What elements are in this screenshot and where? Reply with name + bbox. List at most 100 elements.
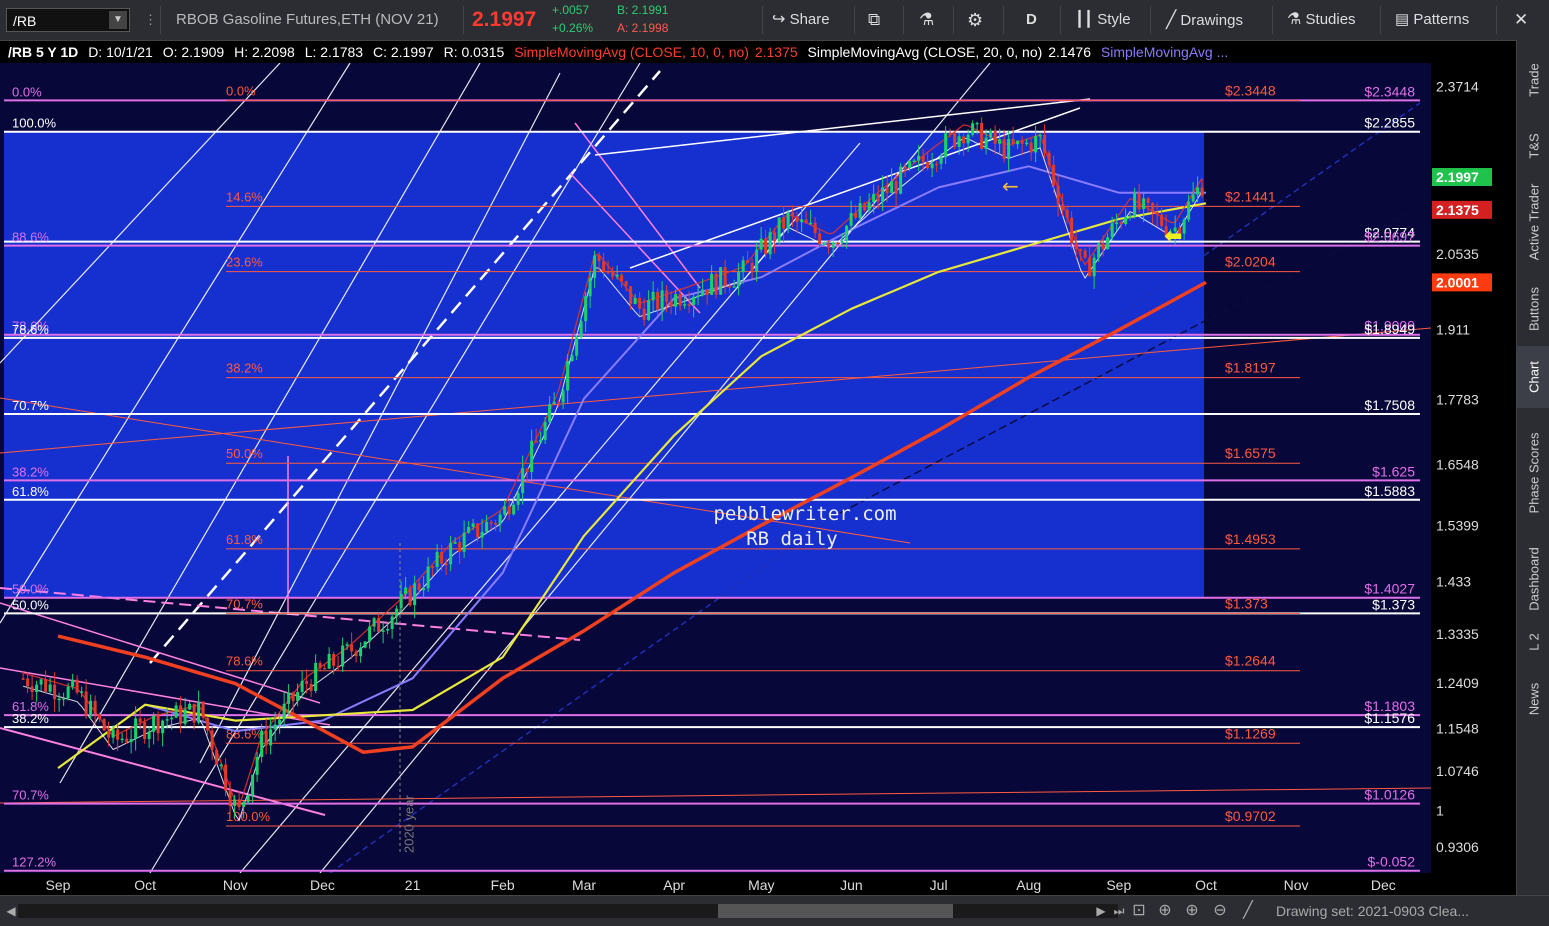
toolbar-divider — [903, 6, 904, 34]
candle-body — [975, 122, 979, 125]
period-button[interactable]: D — [1026, 0, 1037, 40]
drawings-button[interactable]: ╱ Drawings — [1166, 0, 1243, 40]
bar-high: H: 2.2098 — [234, 44, 295, 60]
candle-body — [134, 718, 138, 740]
candle-body — [161, 720, 165, 734]
candle-body — [440, 552, 444, 564]
candle-body — [273, 724, 277, 730]
candle-body — [885, 187, 889, 194]
candle-body — [1061, 204, 1065, 210]
candle-body — [1196, 187, 1200, 195]
bottom-bar: ◀ ▶ ⏭ ⊡ ⊕ ⊕ ⊖ ╱ Drawing set: 2021-0903 C… — [0, 895, 1549, 926]
candle-body — [1151, 202, 1155, 213]
toolbar-divider — [1003, 6, 1004, 34]
candle-body — [602, 261, 606, 273]
right-tab-phase-scores[interactable]: Phase Scores — [1517, 410, 1549, 535]
drawing-set-label[interactable]: Drawing set: 2021-0903 Clea... — [1276, 896, 1469, 926]
candle-body — [152, 715, 156, 732]
candle-body — [881, 187, 885, 202]
zoom-out-icon[interactable]: ⊖ — [1209, 900, 1231, 922]
candle-body — [980, 122, 984, 149]
gear-icon[interactable]: ⚙ — [967, 0, 983, 40]
scroll-end-icon[interactable]: ⏭ — [1108, 900, 1130, 922]
patterns-button[interactable]: ▤ Patterns — [1395, 0, 1469, 40]
right-tab-active-trader[interactable]: Active Trader — [1517, 172, 1549, 272]
crosshair-icon[interactable]: ⊕ — [1154, 900, 1176, 922]
time-scrollbar[interactable] — [18, 904, 1118, 918]
candle-body — [318, 662, 322, 668]
candle-body — [1092, 257, 1096, 277]
candle-body — [1034, 135, 1038, 153]
scrollbar-thumb[interactable] — [718, 904, 953, 918]
zoom-in-icon[interactable]: ⊕ — [1181, 900, 1203, 922]
arrow-left-icon: ⬅ — [1164, 224, 1182, 249]
style-button[interactable]: ┃┃ Style — [1075, 0, 1131, 40]
candle-body — [282, 703, 286, 720]
level-left-label: 38.2% — [12, 711, 49, 726]
studies-button[interactable]: ⚗ Studies — [1287, 0, 1356, 40]
sma50-label[interactable]: SimpleMovingAvg ... — [1101, 44, 1228, 60]
drag-handle-icon[interactable]: ⋮ — [144, 0, 157, 40]
price-axis-label: 1.2409 — [1436, 675, 1479, 691]
symbol-input[interactable]: /RB ▼ — [6, 8, 130, 32]
candle-body — [494, 523, 498, 525]
candle-body — [939, 157, 943, 164]
close-icon[interactable]: ✕ — [1514, 0, 1528, 40]
fib-red-price-label: $1.6575 — [1225, 445, 1276, 461]
zoom-fit-icon[interactable]: ⊡ — [1128, 900, 1150, 922]
candle-body — [287, 692, 291, 704]
sma10-label[interactable]: SimpleMovingAvg (CLOSE, 10, 0, no) — [514, 44, 749, 60]
right-tab-label: Chart — [1526, 361, 1541, 393]
right-tab-trade[interactable]: Trade — [1517, 40, 1549, 120]
candle-body — [386, 628, 390, 631]
pencil-icon[interactable]: ╱ — [1237, 900, 1259, 922]
chart-template-icon[interactable]: ⧉ — [868, 0, 880, 40]
toolbar-divider — [1150, 6, 1151, 34]
candle-body — [1191, 194, 1195, 202]
candle-body — [737, 272, 741, 287]
candle-body — [1119, 222, 1123, 224]
symbol-dropdown-icon[interactable]: ▼ — [109, 11, 127, 29]
candle-body — [102, 719, 106, 731]
candle-body — [912, 160, 916, 163]
flask-icon[interactable]: ⚗ — [919, 0, 934, 40]
candle-body — [611, 272, 615, 277]
candle-body — [1142, 198, 1146, 210]
toolbar-divider — [1496, 6, 1497, 34]
toolbar-divider — [762, 6, 763, 34]
candle-body — [264, 730, 268, 746]
candle-body — [422, 588, 426, 591]
time-axis-label: Jul — [930, 877, 948, 893]
right-tab-chart[interactable]: Chart — [1517, 346, 1549, 408]
right-tab-dashboard[interactable]: Dashboard — [1517, 538, 1549, 620]
share-button[interactable]: ↪ Share — [772, 0, 830, 40]
candle-body — [138, 718, 142, 723]
right-tab-l-2[interactable]: L 2 — [1517, 622, 1549, 662]
candle-body — [1079, 249, 1083, 251]
candle-body — [849, 213, 853, 226]
instrument-title: RBOB Gasoline Futures,ETH (NOV 21) — [176, 11, 439, 28]
fib-red-price-label: $1.1269 — [1225, 725, 1276, 741]
candle-body — [309, 683, 313, 692]
toolbar-divider — [463, 6, 464, 34]
right-tab-t-s[interactable]: T&S — [1517, 122, 1549, 170]
bar-low: L: 2.1783 — [304, 44, 364, 60]
price-axis-label: 1.3335 — [1436, 626, 1479, 642]
price-chart[interactable]: 0.0% $2.3448 14.6% $2.1441 23.6% $2.0204 38.2%… — [0, 63, 1516, 895]
candle-body — [1043, 134, 1047, 153]
candle-body — [647, 300, 651, 320]
right-tab-buttons[interactable]: Buttons — [1517, 274, 1549, 344]
level-left-label: 70.7% — [12, 398, 49, 413]
right-tab-news[interactable]: News — [1517, 664, 1549, 734]
candle-body — [764, 238, 768, 255]
level-left-label: 50.0% — [12, 582, 49, 597]
candle-body — [741, 260, 745, 273]
price-axis-label: 1.6548 — [1436, 457, 1479, 473]
style-label: Style — [1097, 11, 1131, 28]
candle-body — [746, 260, 750, 263]
time-axis-label: Dec — [1371, 877, 1396, 893]
time-axis-label: Sep — [1106, 877, 1131, 893]
time-axis-label: Dec — [310, 877, 335, 893]
sma20-label[interactable]: SimpleMovingAvg (CLOSE, 20, 0, no) — [808, 44, 1043, 60]
candle-body — [93, 700, 97, 715]
